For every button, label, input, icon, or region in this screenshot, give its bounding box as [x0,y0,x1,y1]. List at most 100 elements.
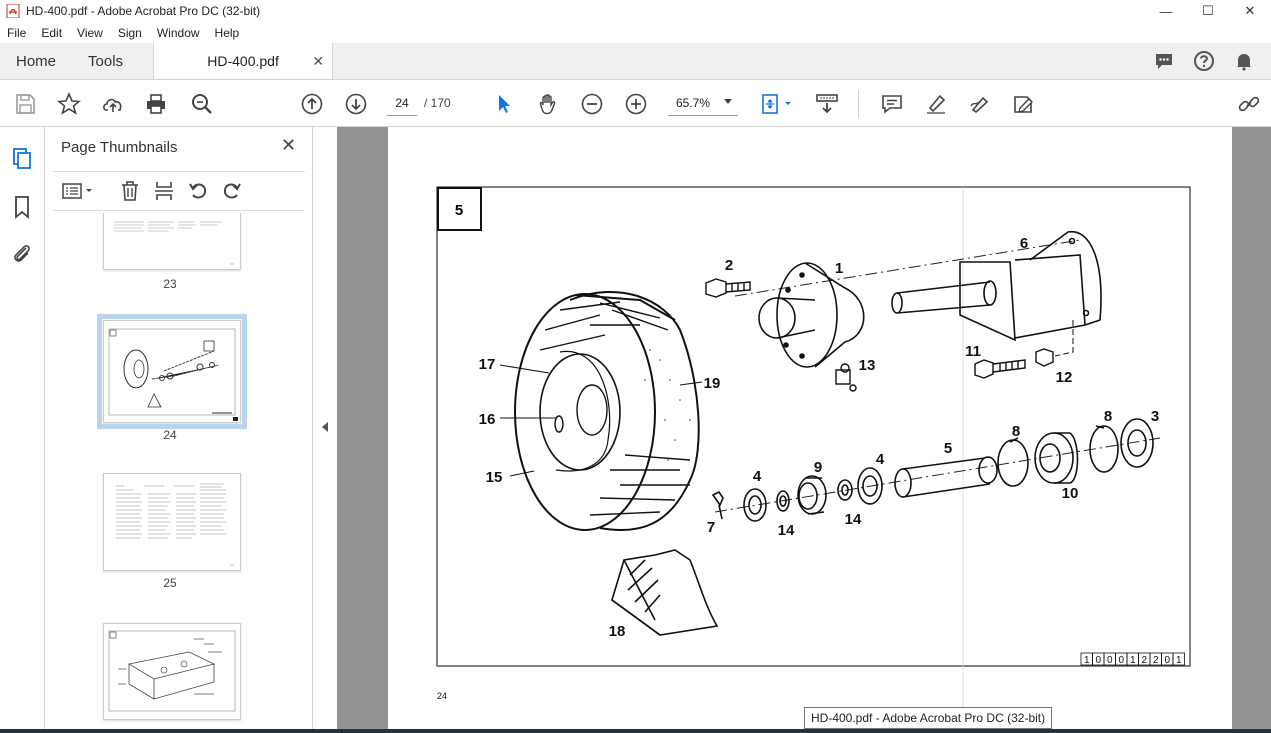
callout-17: 17 [479,356,496,373]
rotate-clockwise-icon[interactable] [220,179,244,203]
add-comment-icon[interactable] [879,91,905,117]
highlight-pen-icon[interactable] [923,91,949,117]
callout-5: 5 [944,440,952,457]
help-icon[interactable] [1193,50,1215,72]
maximize-button[interactable]: ☐ [1187,0,1229,22]
tab-home[interactable]: Home [0,43,72,79]
code-digit: 2 [1141,655,1147,666]
page-thumbnail[interactable] [103,473,241,571]
code-digit: 1 [1176,655,1182,666]
panel-collapse-handle[interactable] [313,127,337,733]
rotate-counterclockwise-icon[interactable] [186,179,210,203]
page-thumbnails-icon[interactable] [10,147,34,171]
page-thumbnail[interactable] [103,623,241,720]
window-title: HD-400.pdf - Adobe Acrobat Pro DC (32-bi… [26,4,261,18]
close-tab-icon[interactable]: ✕ [312,53,324,70]
wheel-chock [611,549,719,636]
hand-tool-icon[interactable] [535,91,561,117]
comment-icon[interactable] [1153,50,1175,72]
previous-page-icon[interactable] [299,91,325,117]
drawing-frame [436,186,1191,667]
close-window-button[interactable]: ✕ [1229,0,1271,22]
callout-9: 9 [814,459,822,476]
menu-edit[interactable]: Edit [34,26,70,40]
callout-13: 13 [859,357,876,374]
menu-window[interactable]: Window [150,26,208,40]
tab-document[interactable]: HD-400.pdf ✕ [153,43,334,79]
close-panel-icon[interactable]: ✕ [281,135,296,156]
menu-view[interactable]: View [70,26,111,40]
tab-tools[interactable]: Tools [72,43,139,79]
code-digit: 0 [1118,655,1124,666]
drawing-code: 100012201 [1080,652,1185,666]
menu-bar: File Edit View Sign Window Help [0,22,1271,43]
chevron-down-icon [724,99,732,104]
attachment-paperclip-icon[interactable] [10,241,34,265]
callout-10: 10 [1062,485,1079,502]
bookmark-icon[interactable] [10,195,34,219]
code-digit: 2 [1153,655,1159,666]
callout-1: 1 [835,260,843,277]
insert-page-icon[interactable] [152,179,176,203]
taskbar [0,729,1271,733]
callout-18: 18 [609,623,626,640]
callout-7: 7 [707,519,715,536]
stub-axle [891,230,1102,342]
scroll-mode-icon[interactable] [814,91,840,117]
delete-page-icon[interactable] [118,179,142,203]
menu-file[interactable]: File [0,26,34,40]
page-thumbnails-panel: Page Thumbnails ✕ 23 24 25 ▲ ▼ [45,127,353,733]
thumbnail-label: 25 [163,576,177,590]
notifications-bell-icon[interactable] [1233,50,1255,72]
menu-help[interactable]: Help [208,26,248,40]
callout-8b: 8 [1104,408,1112,425]
figure-number: 5 [455,202,463,219]
zoom-in-icon[interactable] [623,91,649,117]
thumbnail-list: 23 24 25 [45,213,295,723]
grease-nipple [835,363,857,392]
callout-2: 2 [725,257,733,274]
left-navigation-rail [0,127,45,733]
thumbnail-tools [53,171,305,211]
minimize-button[interactable]: — [1145,0,1187,22]
toolbar-divider [858,90,859,118]
document-viewer[interactable]: 5 1 2 3 4 4 5 6 7 8 8 9 10 11 12 13 14 1… [337,127,1271,733]
code-digit: 0 [1095,655,1101,666]
fill-sign-icon[interactable] [1010,91,1036,117]
save-icon[interactable] [12,91,38,117]
code-digit: 1 [1130,655,1136,666]
exploded-parts-diagram: 5 1 2 3 4 4 5 6 7 8 8 9 10 11 12 13 14 1… [436,186,1191,720]
upload-cloud-icon[interactable] [100,91,126,117]
zoom-level-select[interactable]: 65.7% [668,90,738,116]
document-tab-label: HD-400.pdf [207,53,279,69]
fit-page-icon[interactable] [758,91,796,117]
select-cursor-icon[interactable] [491,91,517,117]
page-number: 24 [437,691,447,701]
callout-6: 6 [1020,235,1028,252]
zoom-out-icon[interactable] [579,91,605,117]
draw-freehand-icon[interactable] [967,91,993,117]
callout-14: 14 [778,522,795,539]
next-page-icon[interactable] [343,91,369,117]
axle-centerline [714,437,1161,513]
callout-14b: 14 [845,511,862,528]
print-icon[interactable] [143,91,169,117]
page-number-input[interactable]: 24 [387,90,417,116]
menu-sign[interactable]: Sign [111,26,150,40]
callout-16: 16 [479,411,496,428]
collapse-arrow-icon [322,422,328,432]
share-link-icon[interactable] [1236,91,1262,117]
tab-bar: Home Tools HD-400.pdf ✕ [0,43,1271,80]
page-thumbnail-selected[interactable] [97,314,247,429]
page-total: / 170 [424,96,451,110]
zoom-search-icon[interactable] [189,91,215,117]
tooltip: HD-400.pdf - Adobe Acrobat Pro DC (32-bi… [804,707,1053,729]
bookmark-star-icon[interactable] [56,91,82,117]
leader [1054,320,1074,357]
options-menu-icon[interactable] [61,179,95,203]
page-thumbnail[interactable] [103,213,241,270]
bolt-11 [974,359,1026,379]
callout-4b: 4 [876,451,885,468]
nut-12 [1035,348,1054,367]
axle-parts [711,418,1154,522]
